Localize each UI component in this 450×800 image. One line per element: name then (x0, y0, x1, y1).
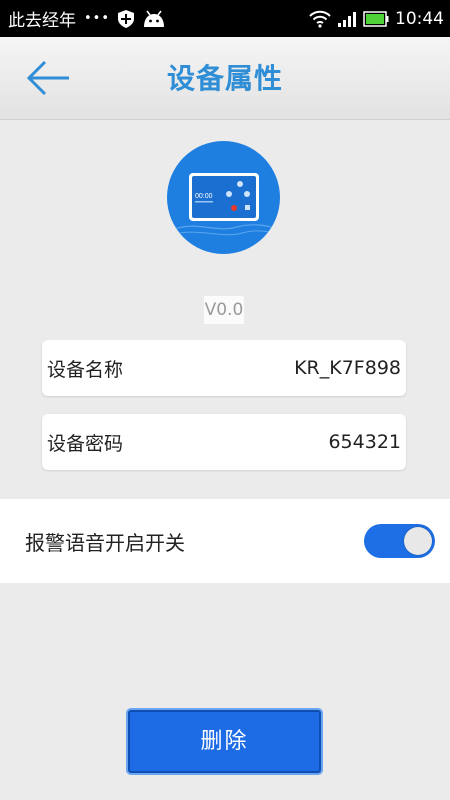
status-text: 此去经年 (8, 11, 76, 31)
version-label: V0.0 (204, 296, 244, 324)
control-panel-icon: 00:00 (170, 173, 280, 236)
svg-text:00:00: 00:00 (195, 193, 213, 200)
status-bar: 此去经年 ••• 10:44 (0, 0, 450, 37)
device-name-row: 设备名称 KR_K7F898 (42, 340, 406, 396)
battery-icon (363, 10, 389, 27)
alarm-voice-toggle[interactable] (364, 524, 435, 558)
device-avatar: 00:00 (167, 141, 280, 254)
status-left: 此去经年 ••• (8, 6, 166, 31)
alarm-voice-row: 报警语音开启开关 (0, 499, 450, 583)
status-time: 10:44 (395, 8, 444, 29)
device-name-value: KR_K7F898 (294, 357, 401, 379)
back-button[interactable] (22, 57, 74, 99)
title-bar: 设备属性 (0, 37, 450, 120)
shield-icon (118, 9, 135, 28)
status-dots: ••• (84, 11, 111, 26)
back-arrow-icon (26, 60, 69, 96)
toggle-knob (404, 527, 432, 555)
device-password-value: 654321 (328, 431, 401, 453)
device-password-row: 设备密码 654321 (42, 414, 406, 470)
android-icon (144, 10, 165, 27)
alarm-voice-label: 报警语音开启开关 (25, 530, 185, 555)
signal-icon (338, 11, 356, 27)
device-name-label: 设备名称 (47, 358, 124, 381)
delete-button[interactable]: 删除 (128, 710, 321, 773)
device-password-label: 设备密码 (47, 432, 124, 455)
wifi-icon (309, 10, 331, 28)
status-right: 10:44 (309, 9, 444, 29)
